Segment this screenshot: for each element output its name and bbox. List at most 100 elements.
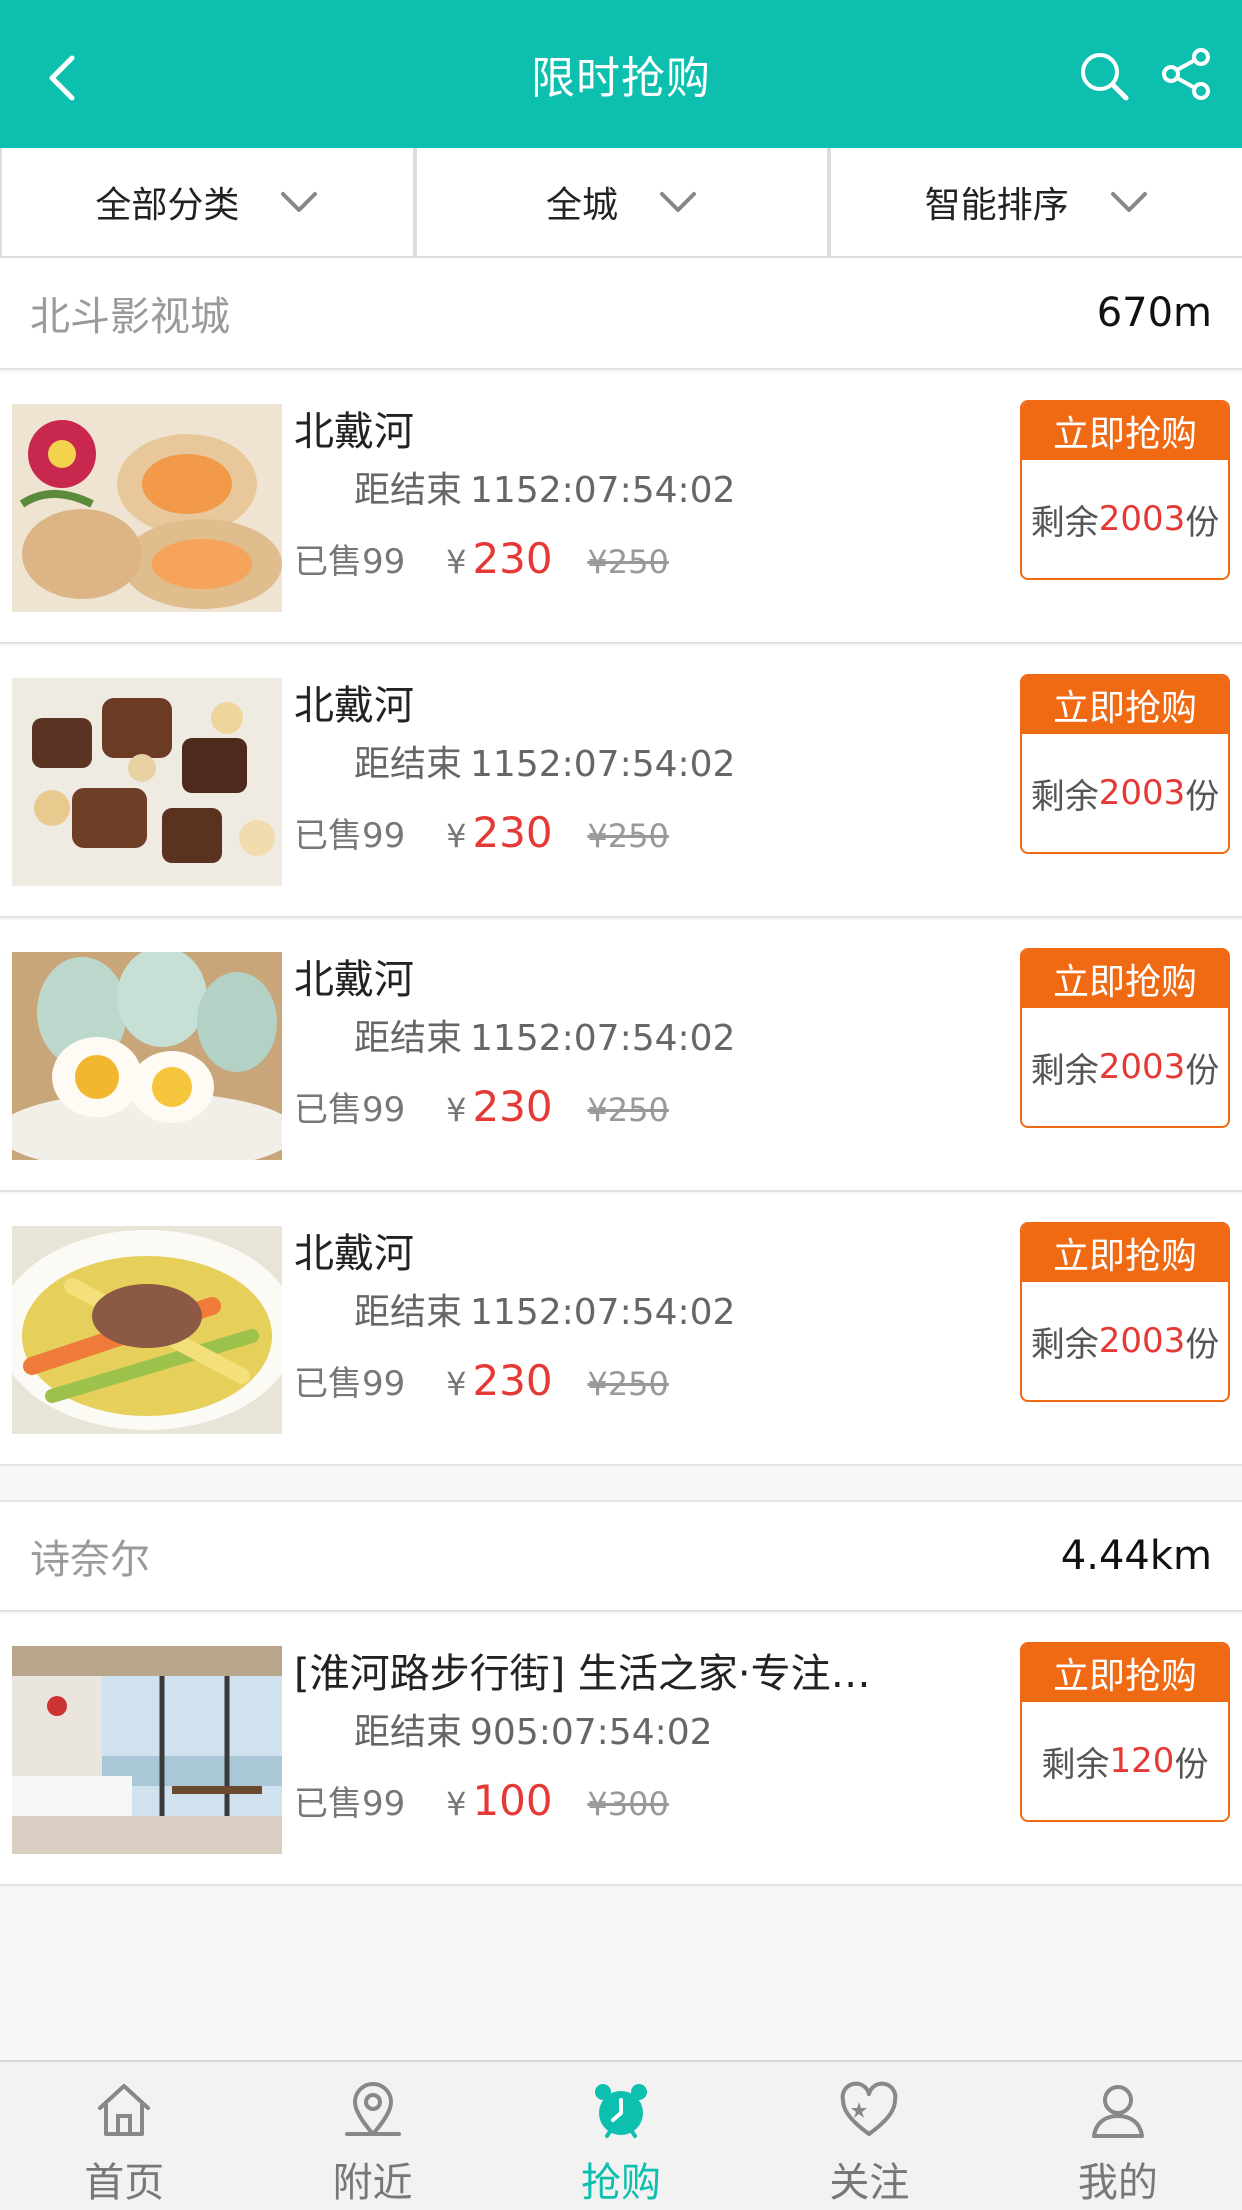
product-image [12,678,282,886]
countdown-label: 距结束 [354,744,463,785]
countdown-value: 1152:07:54:02 [470,470,736,511]
currency-symbol: ¥ [446,543,467,581]
countdown-label: 距结束 [354,1292,463,1333]
filter-bar: 全部分类 全城 智能排序 [0,148,1242,258]
tab-home[interactable]: 首页 [0,2062,248,2210]
countdown-value: 1152:07:54:02 [470,744,736,785]
top-bar: 限时抢购 [0,0,1242,148]
stock-count: 120 [1109,1741,1175,1781]
filter-sort-label: 智能排序 [924,185,1069,226]
buy-box[interactable]: 立即抢购 剩余 2003 份 [1020,1222,1230,1402]
stock-suffix: 份 [1185,1324,1220,1365]
stock-prefix: 剩余 [1030,1324,1099,1365]
sold-count: 已售99 [294,816,406,856]
filter-area[interactable]: 全城 [414,148,830,256]
filter-sort[interactable]: 智能排序 [829,148,1242,256]
stock-prefix: 剩余 [1030,502,1099,543]
stock-prefix: 剩余 [1030,1050,1099,1091]
product-image [12,952,282,1160]
bottom-tab-bar: 首页 附近 抢购 关注 我的 [0,2060,1242,2210]
deal-item[interactable]: 北戴河 距结束 1152:07:54:02 已售99 ¥230 ¥250 立即抢购… [0,920,1242,1192]
product-image [12,1646,282,1854]
tab-follow-label: 关注 [829,2160,910,2206]
original-price: ¥250 [587,543,669,581]
filter-area-label: 全城 [546,185,619,226]
tab-mine-label: 我的 [1077,2160,1158,2206]
shop-distance: 4.44km [1060,1533,1212,1579]
buy-now-button[interactable]: 立即抢购 [1022,402,1228,460]
shop-header[interactable]: 诗奈尔 4.44km [0,1500,1242,1612]
sold-count: 已售99 [294,1364,406,1404]
chevron-down-icon [1110,192,1147,212]
tab-flash-sale-label: 抢购 [581,2160,662,2206]
stock-suffix: 份 [1185,1050,1220,1091]
filter-category-label: 全部分类 [95,185,240,226]
stock-remaining: 剩余 120 份 [1022,1702,1228,1820]
tab-nearby[interactable]: 附近 [248,2062,496,2210]
stock-remaining: 剩余 2003 份 [1022,734,1228,852]
product-name: 北戴河 [294,683,414,729]
countdown-value: 905:07:54:02 [470,1712,713,1753]
currency-symbol: ¥ [446,1785,467,1823]
filter-category[interactable]: 全部分类 [0,148,415,256]
countdown: 距结束 1152:07:54:02 [354,460,1014,522]
sold-count: 已售99 [294,1784,406,1824]
stock-prefix: 剩余 [1041,1744,1110,1785]
deal-item[interactable]: [淮河路步行街] 生活之家·专注… 距结束 905:07:54:02 已售99 ¥… [0,1614,1242,1886]
tab-nearby-label: 附近 [332,2160,413,2206]
original-price: ¥250 [587,1365,669,1403]
buy-box[interactable]: 立即抢购 剩余 120 份 [1020,1642,1230,1822]
original-price: ¥300 [587,1785,669,1823]
price-row: 已售99 ¥230 ¥250 [294,1070,1014,1144]
page-title: 限时抢购 [531,53,711,104]
tab-follow[interactable]: 关注 [745,2062,993,2210]
product-image [12,1226,282,1434]
shop-distance: 670m [1096,290,1212,336]
sale-price: 230 [472,534,553,583]
product-name: 北戴河 [294,1231,414,1277]
stock-count: 2003 [1098,1047,1186,1087]
heart-star-icon [841,2081,898,2136]
product-name: [淮河路步行街] 生活之家·专注… [294,1651,871,1697]
stock-prefix: 剩余 [1030,776,1099,817]
stock-count: 2003 [1098,773,1186,813]
price-row: 已售99 ¥230 ¥250 [294,522,1014,596]
buy-now-button[interactable]: 立即抢购 [1022,676,1228,734]
tab-flash-sale[interactable]: 抢购 [497,2062,745,2210]
product-name: 北戴河 [294,957,414,1003]
share-icon[interactable] [1158,46,1214,102]
tab-mine[interactable]: 我的 [994,2062,1242,2210]
stock-count: 2003 [1098,1321,1186,1361]
shop-header[interactable]: 北斗影视城 670m [0,258,1242,370]
price-row: 已售99 ¥230 ¥250 [294,796,1014,870]
sale-price: 100 [472,1776,553,1825]
chevron-down-icon [281,192,318,212]
product-image [12,404,282,612]
original-price: ¥250 [587,817,669,855]
location-pin-icon [344,2082,401,2136]
countdown: 距结束 1152:07:54:02 [354,1008,1014,1070]
buy-now-button[interactable]: 立即抢购 [1022,1224,1228,1282]
chevron-down-icon [660,192,697,212]
sold-count: 已售99 [294,542,406,582]
countdown-value: 1152:07:54:02 [470,1018,736,1059]
shop-name: 诗奈尔 [30,1537,150,1583]
tab-home-label: 首页 [84,2160,165,2206]
search-icon[interactable] [1076,48,1132,104]
stock-suffix: 份 [1185,776,1220,817]
buy-now-button[interactable]: 立即抢购 [1022,1644,1228,1702]
shop-name: 北斗影视城 [30,294,230,340]
currency-symbol: ¥ [446,1091,467,1129]
sale-price: 230 [472,808,553,857]
deal-item[interactable]: 北戴河 距结束 1152:07:54:02 已售99 ¥230 ¥250 立即抢购… [0,1194,1242,1466]
countdown-label: 距结束 [354,1018,463,1059]
stock-suffix: 份 [1185,502,1220,543]
buy-box[interactable]: 立即抢购 剩余 2003 份 [1020,674,1230,854]
buy-box[interactable]: 立即抢购 剩余 2003 份 [1020,948,1230,1128]
countdown-label: 距结束 [354,1712,463,1753]
sale-price: 230 [472,1356,553,1405]
buy-now-button[interactable]: 立即抢购 [1022,950,1228,1008]
buy-box[interactable]: 立即抢购 剩余 2003 份 [1020,400,1230,580]
deal-item[interactable]: 北戴河 距结束 1152:07:54:02 已售99 ¥230 ¥250 立即抢购… [0,372,1242,644]
deal-item[interactable]: 北戴河 距结束 1152:07:54:02 已售99 ¥230 ¥250 立即抢购… [0,646,1242,918]
